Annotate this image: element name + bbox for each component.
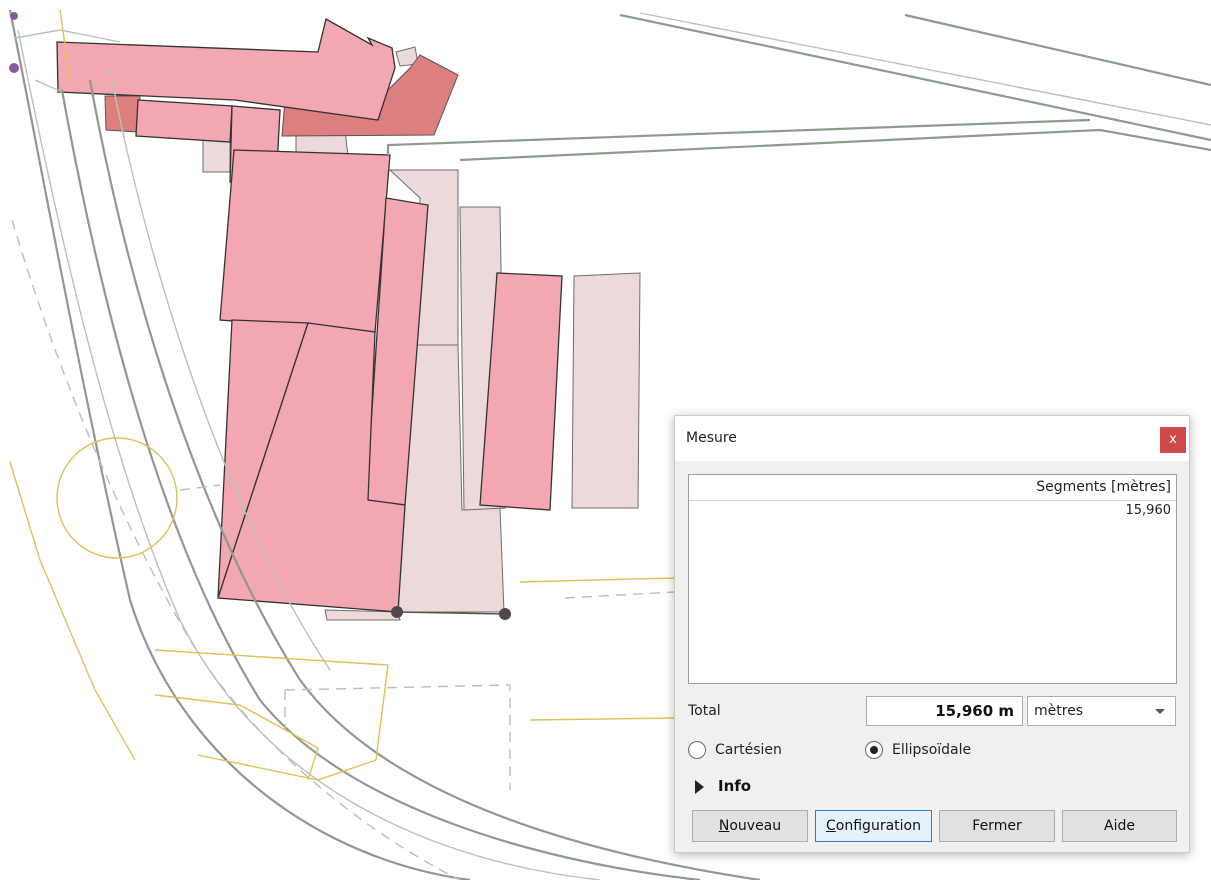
dialog-title: Mesure [686,430,737,446]
dialog-titlebar[interactable]: Mesure x [675,416,1189,461]
triangle-right-icon [695,780,704,794]
help-button[interactable]: Aide [1062,810,1177,842]
segments-header[interactable]: Segments [mètres] [689,475,1176,501]
close-button[interactable]: Fermer [939,810,1055,842]
measure-dialog: Mesure x Segments [mètres] 15,960 Total … [674,415,1190,853]
chevron-down-icon [1155,709,1165,714]
info-label: Info [718,777,752,795]
radio-button-selected[interactable] [865,741,883,759]
radio-cartesian-label: Cartésien [715,742,782,758]
measure-vertex-end[interactable] [499,608,511,620]
measure-vertex-start[interactable] [391,606,403,618]
table-row[interactable]: 15,960 [689,501,1176,521]
total-value: 15,960 m [866,696,1023,726]
total-label: Total [688,703,721,719]
radio-button[interactable] [688,741,706,759]
close-icon[interactable]: x [1160,427,1186,453]
radio-ellipsoidal-label: Ellipsoïdale [892,742,972,758]
new-button[interactable]: Nouveau [692,810,808,842]
unit-select[interactable]: mètres [1027,696,1176,726]
configuration-button[interactable]: Configuration [815,810,932,842]
unit-select-value: mètres [1034,703,1084,719]
segments-table[interactable]: Segments [mètres] 15,960 [688,474,1177,684]
